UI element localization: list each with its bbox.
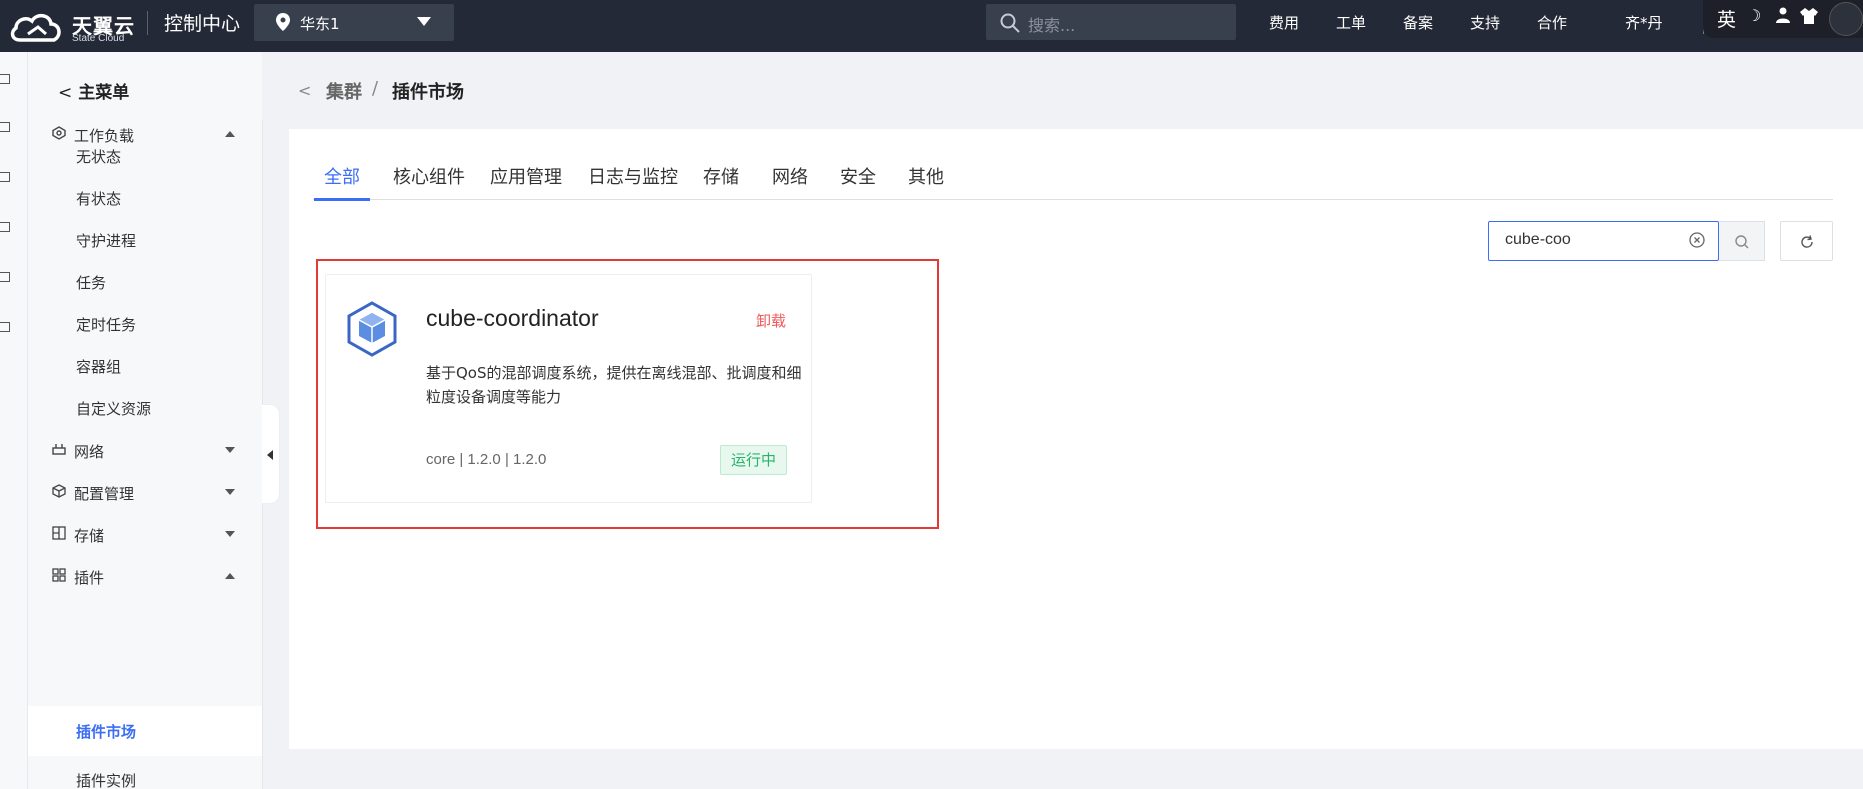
- tab-core-components[interactable]: 核心组件: [393, 163, 465, 200]
- strip-monitor-icon[interactable]: [0, 222, 10, 232]
- workload-icon: [52, 126, 66, 140]
- sidebar-item-plugin-instances[interactable]: 插件实例: [76, 770, 136, 789]
- top-navigation-bar: 天翼云 State Cloud 控制中心 华东1 搜索... 费用 工单 备案 …: [0, 0, 1863, 52]
- search-placeholder: 搜索...: [1028, 16, 1076, 35]
- brand-name-en: State Cloud: [72, 33, 125, 44]
- collapsed-icon-strip: [0, 52, 28, 789]
- sidebar-item-daemonset[interactable]: 守护进程: [76, 230, 136, 251]
- location-pin-icon: [276, 13, 290, 31]
- ime-language-toggle[interactable]: 英: [1717, 5, 1736, 32]
- tab-logging-monitoring[interactable]: 日志与监控: [588, 163, 678, 200]
- chevron-up-icon: [225, 573, 235, 579]
- breadcrumb-separator: /: [372, 78, 379, 99]
- moon-icon[interactable]: ☽: [1747, 6, 1761, 25]
- chevron-left-icon: <: [58, 83, 73, 103]
- uninstall-link[interactable]: 卸载: [756, 310, 786, 331]
- tab-app-management[interactable]: 应用管理: [490, 163, 562, 200]
- tab-security[interactable]: 安全: [840, 163, 876, 200]
- plugin-cube-logo-icon: [347, 301, 397, 357]
- sidebar-group-plugins[interactable]: 插件: [52, 562, 262, 592]
- topbar-divider: [147, 11, 148, 35]
- sidebar-item-job[interactable]: 任务: [76, 272, 106, 293]
- plugin-version-meta: core | 1.2.0 | 1.2.0: [426, 451, 547, 468]
- back-menu-label: 主菜单: [78, 83, 130, 103]
- config-icon: [52, 484, 66, 498]
- sidebar: < 主菜单 工作负载 无状态 有状态 守护进程 任务 定时任务 容器组 自定义资源…: [28, 52, 262, 789]
- strip-cube-icon[interactable]: [0, 172, 10, 182]
- sidebar-item-stateless[interactable]: 无状态: [76, 146, 121, 167]
- sidebar-collapse-handle[interactable]: [262, 404, 280, 504]
- refresh-button[interactable]: [1780, 221, 1833, 261]
- cloud-logo-icon: [10, 14, 61, 42]
- plugin-icon: [52, 568, 66, 582]
- sidebar-item-custom-resources[interactable]: 自定义资源: [76, 398, 151, 419]
- clear-icon[interactable]: [1689, 232, 1705, 248]
- plugin-description: 基于QoS的混部调度系统，提供在离线混部、批调度和细粒度设备调度等能力: [426, 364, 802, 406]
- sidebar-group-storage[interactable]: 存储: [52, 520, 262, 550]
- sidebar-item-stateful[interactable]: 有状态: [76, 188, 121, 209]
- refresh-icon: [1801, 235, 1813, 248]
- strip-menu-icon[interactable]: [0, 74, 10, 84]
- tab-other[interactable]: 其他: [908, 163, 944, 200]
- collapse-left-icon: [267, 450, 273, 460]
- group-label: 网络: [74, 443, 105, 461]
- nav-link-tickets[interactable]: 工单: [1336, 12, 1366, 33]
- group-label: 存储: [74, 527, 105, 545]
- plugin-search-field[interactable]: [1488, 221, 1719, 261]
- brand-logo[interactable]: 天翼云 State Cloud: [8, 6, 158, 46]
- category-tabs: 全部 核心组件 应用管理 日志与监控 存储 网络 安全 其他: [313, 163, 1833, 201]
- person-icon[interactable]: [1776, 7, 1790, 23]
- nav-link-support[interactable]: 支持: [1470, 12, 1500, 33]
- breadcrumb-current: 插件市场: [392, 82, 464, 103]
- status-badge: 运行中: [720, 445, 787, 475]
- nav-link-fees[interactable]: 费用: [1269, 12, 1299, 33]
- ime-avatar[interactable]: [1829, 2, 1863, 36]
- back-to-main-menu[interactable]: < 主菜单: [58, 78, 129, 103]
- plugin-search-input[interactable]: [1505, 231, 1675, 249]
- sidebar-group-config[interactable]: 配置管理: [52, 478, 262, 508]
- chevron-down-icon: [225, 531, 235, 537]
- group-label: 工作负载: [74, 127, 135, 145]
- strip-stack-icon[interactable]: [0, 272, 10, 282]
- search-icon: [1000, 13, 1020, 33]
- plugin-name: cube-coordinator: [426, 305, 599, 331]
- breadcrumb-parent[interactable]: 集群: [326, 78, 362, 104]
- ime-toolbar: 英 ☽: [1703, 0, 1863, 38]
- nav-link-cooperation[interactable]: 合作: [1537, 12, 1567, 33]
- network-icon: [52, 444, 66, 455]
- back-chevron-icon[interactable]: <: [298, 81, 311, 100]
- plugin-card[interactable]: cube-coordinator 卸载 基于QoS的混部调度系统，提供在离线混部…: [325, 274, 812, 503]
- sidebar-item-label: 插件市场: [76, 723, 137, 741]
- search-button[interactable]: [1719, 221, 1765, 261]
- global-search[interactable]: 搜索...: [986, 4, 1236, 40]
- search-icon: [1735, 235, 1749, 249]
- console-title[interactable]: 控制中心: [164, 9, 240, 36]
- sidebar-item-cronjob[interactable]: 定时任务: [76, 314, 136, 335]
- tab-network[interactable]: 网络: [772, 163, 808, 200]
- chevron-up-icon: [225, 131, 235, 137]
- group-label: 插件: [74, 569, 105, 587]
- storage-icon: [52, 526, 66, 540]
- nav-link-filing[interactable]: 备案: [1403, 12, 1433, 33]
- user-account[interactable]: 齐*丹: [1625, 12, 1663, 33]
- plugin-market-panel: 全部 核心组件 应用管理 日志与监控 存储 网络 安全 其他 cube-coo …: [289, 129, 1863, 749]
- tab-storage[interactable]: 存储: [703, 163, 739, 200]
- strip-layers-icon[interactable]: [0, 122, 10, 132]
- chevron-down-icon: [417, 17, 431, 26]
- sidebar-item-pods[interactable]: 容器组: [76, 356, 121, 377]
- tab-all[interactable]: 全部: [314, 163, 370, 201]
- chevron-down-icon: [225, 447, 235, 453]
- sidebar-group-network[interactable]: 网络: [52, 436, 262, 466]
- strip-tools-icon[interactable]: [0, 322, 10, 332]
- region-label: 华东1: [300, 15, 340, 33]
- region-selector[interactable]: 华东1: [254, 4, 454, 41]
- group-label: 配置管理: [74, 485, 135, 503]
- sidebar-item-plugin-market[interactable]: 插件市场: [28, 706, 262, 756]
- chevron-down-icon: [225, 489, 235, 495]
- shirt-icon[interactable]: [1800, 8, 1818, 24]
